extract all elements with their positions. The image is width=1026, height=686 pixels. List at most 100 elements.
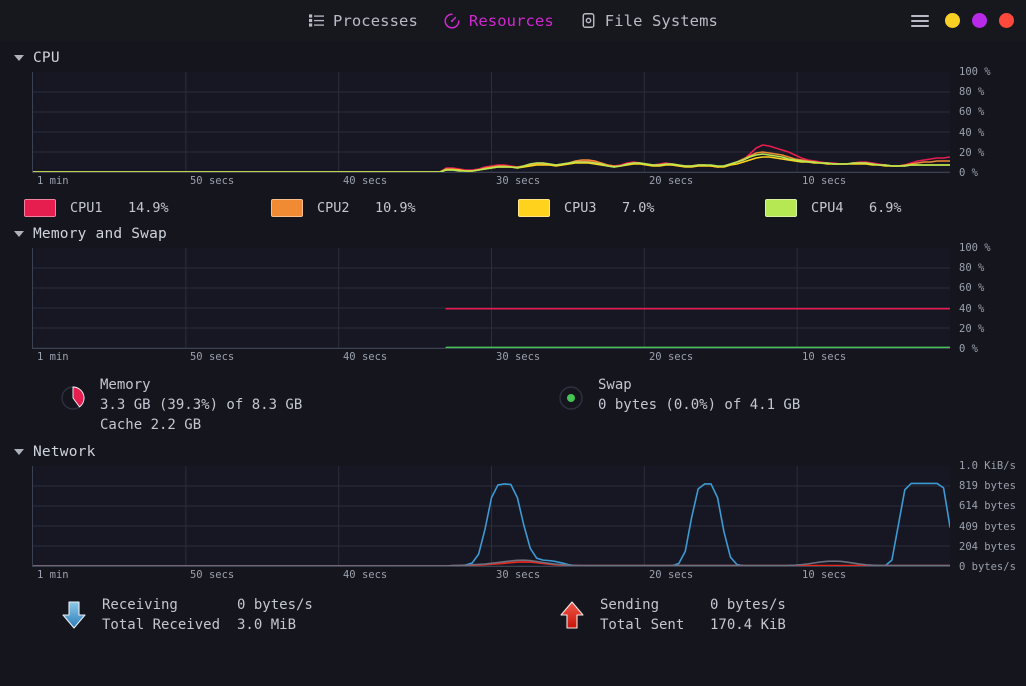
sending-label: Sending bbox=[600, 595, 710, 615]
x-tick-label: 50 secs bbox=[190, 569, 234, 581]
chevron-down-icon bbox=[14, 231, 24, 237]
maximize-button[interactable] bbox=[972, 13, 987, 28]
y-tick-label: 20 % bbox=[959, 147, 984, 159]
network-x-axis: 1 min50 secs40 secs30 secs20 secs10 secs bbox=[32, 569, 950, 585]
x-tick-label: 1 min bbox=[37, 569, 69, 581]
section-title-memory: Memory and Swap bbox=[33, 226, 167, 242]
network-info: Receiving 0 bytes/s Total Received 3.0 M… bbox=[0, 585, 1026, 635]
legend-value: 14.9% bbox=[128, 200, 169, 216]
legend-item-cpu1: CPU1 14.9% bbox=[24, 199, 271, 217]
chevron-down-icon bbox=[14, 449, 24, 455]
close-button[interactable] bbox=[999, 13, 1014, 28]
y-tick-label: 20 % bbox=[959, 323, 984, 335]
total-received-value: 3.0 MiB bbox=[237, 615, 296, 635]
section-title-network: Network bbox=[33, 444, 96, 460]
section-header-network[interactable]: Network bbox=[0, 435, 1026, 466]
x-tick-label: 30 secs bbox=[496, 351, 540, 363]
memory-usage: 3.3 GB (39.3%) of 8.3 GB bbox=[100, 395, 302, 415]
legend-item-cpu2: CPU2 10.9% bbox=[271, 199, 518, 217]
y-tick-label: 80 % bbox=[959, 86, 984, 98]
total-received-line: Total Received 3.0 MiB bbox=[102, 615, 313, 635]
cpu-x-axis: 1 min50 secs40 secs30 secs20 secs10 secs bbox=[32, 175, 950, 191]
memory-graph bbox=[32, 248, 950, 349]
x-tick-label: 30 secs bbox=[496, 569, 540, 581]
swap-usage: 0 bytes (0.0%) of 4.1 GB bbox=[598, 395, 800, 415]
total-sent-value: 170.4 KiB bbox=[710, 615, 786, 635]
memory-cache: Cache 2.2 GB bbox=[100, 415, 302, 435]
receiving-line: Receiving 0 bytes/s bbox=[102, 595, 313, 615]
x-tick-label: 40 secs bbox=[343, 175, 387, 187]
legend-item-cpu4: CPU4 6.9% bbox=[765, 199, 1012, 217]
total-sent-line: Total Sent 170.4 KiB bbox=[600, 615, 786, 635]
section-header-memory[interactable]: Memory and Swap bbox=[0, 217, 1026, 248]
x-tick-label: 20 secs bbox=[649, 351, 693, 363]
y-tick-label: 819 bytes bbox=[959, 480, 1016, 492]
cpu-y-axis: 100 %80 %60 %40 %20 %0 % bbox=[950, 72, 1012, 173]
sending-text-block: Sending 0 bytes/s Total Sent 170.4 KiB bbox=[600, 595, 786, 635]
tab-bar: Processes Resources File Systems bbox=[308, 12, 718, 30]
memory-x-axis: 1 min 50 secs 40 secs 30 secs 20 secs 10 secs bbox=[32, 351, 950, 367]
memory-info: Memory 3.3 GB (39.3%) of 8.3 GB Cache 2.… bbox=[60, 375, 536, 435]
tab-file-systems[interactable]: File Systems bbox=[580, 12, 718, 30]
legend-label: CPU2 bbox=[317, 200, 361, 216]
up-arrow-icon bbox=[558, 599, 586, 631]
network-graph-wrap: 1.0 KiB/s819 bytes614 bytes409 bytes204 … bbox=[0, 466, 1026, 567]
x-tick-label: 40 secs bbox=[343, 351, 387, 363]
y-tick-label: 1.0 KiB/s bbox=[959, 460, 1016, 472]
y-tick-label: 0 % bbox=[959, 167, 978, 179]
y-tick-label: 40 % bbox=[959, 127, 984, 139]
cpu-graph bbox=[32, 72, 950, 173]
swap-label: Swap bbox=[598, 375, 800, 395]
tab-processes[interactable]: Processes bbox=[308, 12, 418, 30]
total-sent-label: Total Sent bbox=[600, 615, 710, 635]
sending-line: Sending 0 bytes/s bbox=[600, 595, 786, 615]
x-tick-label: 10 secs bbox=[802, 175, 846, 187]
y-tick-label: 204 bytes bbox=[959, 541, 1016, 553]
gauge-icon bbox=[444, 12, 461, 29]
legend-label: CPU3 bbox=[564, 200, 608, 216]
y-tick-label: 409 bytes bbox=[959, 521, 1016, 533]
y-tick-label: 80 % bbox=[959, 262, 984, 274]
receiving-value: 0 bytes/s bbox=[237, 595, 313, 615]
x-tick-label: 20 secs bbox=[649, 175, 693, 187]
legend-value: 10.9% bbox=[375, 200, 416, 216]
x-tick-label: 50 secs bbox=[190, 351, 234, 363]
receiving-label: Receiving bbox=[102, 595, 237, 615]
tab-resources[interactable]: Resources bbox=[444, 12, 554, 30]
hamburger-icon[interactable] bbox=[911, 15, 929, 27]
swap-text-block: Swap 0 bytes (0.0%) of 4.1 GB bbox=[598, 375, 800, 415]
minimize-button[interactable] bbox=[945, 13, 960, 28]
x-tick-label: 40 secs bbox=[343, 569, 387, 581]
swap-info: Swap 0 bytes (0.0%) of 4.1 GB bbox=[536, 375, 1012, 435]
legend-value: 6.9% bbox=[869, 200, 902, 216]
x-tick-label: 50 secs bbox=[190, 175, 234, 187]
cpu-graph-wrap: 100 %80 %60 %40 %20 %0 % bbox=[0, 72, 1026, 173]
sending-value: 0 bytes/s bbox=[710, 595, 786, 615]
y-tick-label: 100 % bbox=[959, 66, 991, 78]
x-tick-label: 30 secs bbox=[496, 175, 540, 187]
network-y-axis: 1.0 KiB/s819 bytes614 bytes409 bytes204 … bbox=[950, 466, 1012, 567]
tab-processes-label: Processes bbox=[333, 12, 418, 30]
y-tick-label: 40 % bbox=[959, 303, 984, 315]
dot-icon bbox=[558, 385, 584, 411]
network-graph bbox=[32, 466, 950, 567]
window-controls bbox=[911, 0, 1014, 41]
y-tick-label: 614 bytes bbox=[959, 500, 1016, 512]
chevron-down-icon bbox=[14, 55, 24, 61]
pie-chart-icon bbox=[60, 385, 86, 411]
color-swatch bbox=[765, 199, 797, 217]
cpu-legend: CPU1 14.9% CPU2 10.9% CPU3 7.0% CPU4 6.9… bbox=[0, 191, 1026, 217]
list-icon bbox=[308, 12, 325, 29]
sending-info: Sending 0 bytes/s Total Sent 170.4 KiB bbox=[536, 595, 1012, 635]
drive-icon bbox=[580, 12, 597, 29]
x-tick-label: 1 min bbox=[37, 351, 69, 363]
section-header-cpu[interactable]: CPU bbox=[0, 41, 1026, 72]
memory-label: Memory bbox=[100, 375, 302, 395]
tab-resources-label: Resources bbox=[469, 12, 554, 30]
x-tick-label: 10 secs bbox=[802, 569, 846, 581]
memory-y-axis: 100 %80 %60 %40 %20 %0 % bbox=[950, 248, 1012, 349]
y-tick-label: 100 % bbox=[959, 242, 991, 254]
tab-file-systems-label: File Systems bbox=[605, 12, 718, 30]
x-tick-label: 10 secs bbox=[802, 351, 846, 363]
down-arrow-icon bbox=[60, 599, 88, 631]
